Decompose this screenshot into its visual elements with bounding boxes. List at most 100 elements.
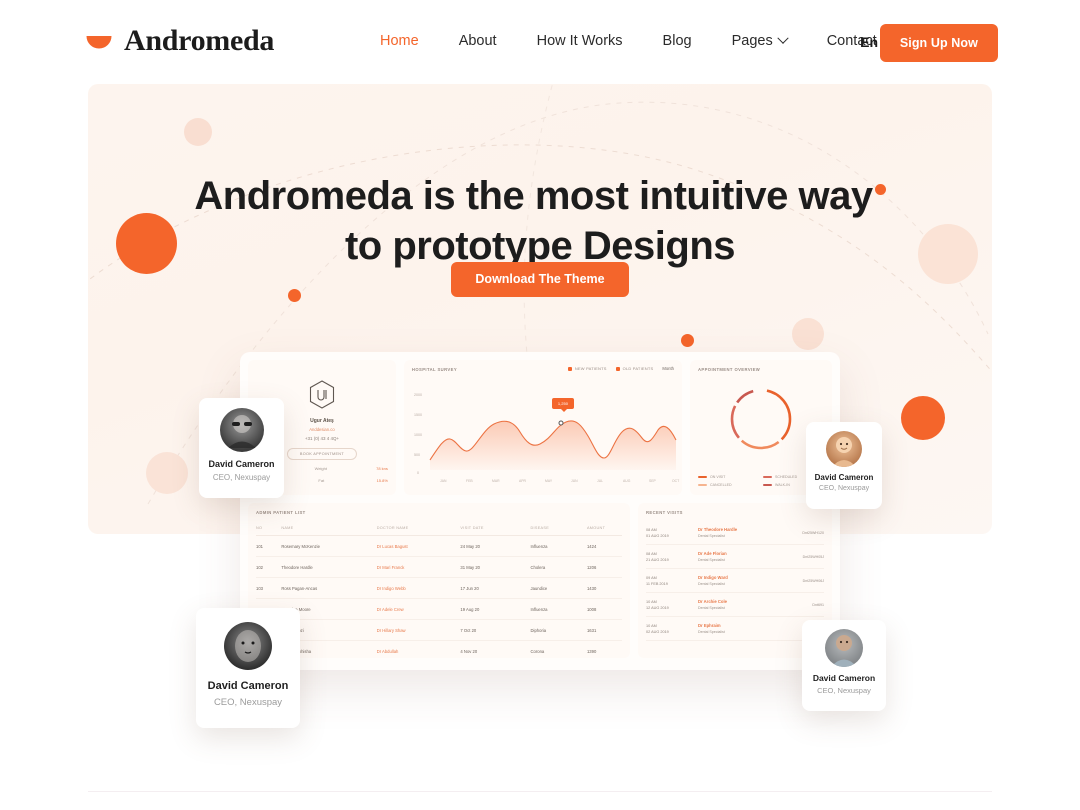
visit-doctor: Dr Theodore Hardle <box>698 527 738 532</box>
panel-title: RECENT VISITS <box>646 510 683 515</box>
visit-time: 10 AM <box>646 623 657 628</box>
profile-stat-value-2: 78 kns <box>376 466 388 471</box>
cell-date: 7 Oct 20 <box>460 627 477 633</box>
brand-logo[interactable]: Andromeda <box>84 24 274 58</box>
nav-item-pages[interactable]: Pages <box>712 32 807 49</box>
dashboard-top-row: Ugur Ateş Anddesian.co +31 (0) 43 4 4Q+ … <box>240 352 840 503</box>
decor-circle-peach-right <box>918 224 978 284</box>
hexagon-ua-icon <box>309 380 335 414</box>
visit-doctor: Dr Ade Florian <box>698 551 727 556</box>
cell-name: Ross Pagan-Ancas <box>281 585 318 591</box>
col-amount: AMOUNT <box>586 526 606 530</box>
cell-doctor: Dr Mari Franck <box>376 564 405 570</box>
cell-no: 103 <box>256 585 263 591</box>
list-item[interactable]: 10 AM 02 AUG 2019 Dr Ephraim Dental Spec… <box>646 617 824 641</box>
visit-when: 08 AM 21 AUG 2019 <box>646 552 698 562</box>
patient-table: NO NAME DOCTOR NAME VISIT DATE DISEASE A… <box>256 521 622 658</box>
nav-label: How It Works <box>536 33 623 49</box>
visit-date: 12 AUG 2019 <box>646 605 669 610</box>
table-row[interactable]: 106 Marcus Abhisha Dr Abdullah 4 Nov 20 … <box>256 641 622 658</box>
cell-disease: Influenza <box>530 606 548 612</box>
visit-specialty: Dental Specialist <box>698 534 725 538</box>
legend-label: SCHEDULED <box>775 475 798 479</box>
admin-patient-list-panel: ADMIN PATIENT LIST NO NAME DOCTOR NAME V… <box>248 503 630 658</box>
hospital-survey-panel: HOSPITAL SURVEY NEW PATIENTS OLD PATIENT… <box>403 360 682 495</box>
visit-code: Dnt25WH120 <box>802 530 824 535</box>
ring-legend-item: ON VISIT <box>698 475 753 479</box>
decor-circle-peach-small-left <box>184 118 212 146</box>
visit-date: 11 FEB 2019 <box>646 581 668 586</box>
avatar <box>825 629 863 667</box>
testimonial-role: CEO, Nexuspay <box>212 473 271 482</box>
visit-doctor-block: Dr Ade Florian Dental Specialist <box>698 551 803 562</box>
svg-text:MAY: MAY <box>545 479 553 483</box>
donut-chart-icon <box>724 382 798 461</box>
decor-dot-orange-mid-left <box>288 289 301 302</box>
visit-when: 09 AM 11 FEB 2019 <box>646 576 698 586</box>
visit-when: 10 AM 12 AUG 2019 <box>646 600 698 610</box>
panel-title: HOSPITAL SURVEY <box>411 367 458 372</box>
headline-line-1: Andromeda is the most intuitive way <box>194 173 873 218</box>
table-row[interactable]: 101 Rosemary McKenzie Dr Lucas Bagust 24… <box>256 536 622 557</box>
site-header: Andromeda Home About How It Works Blog P… <box>0 0 1080 86</box>
nav-item-blog[interactable]: Blog <box>643 33 712 49</box>
nav-label: Blog <box>662 33 692 49</box>
list-item[interactable]: 08 AM 21 AUG 2019 Dr Ade Florian Dental … <box>646 545 824 569</box>
table-row[interactable]: 103 Ross Pagan-Ancas Dr Indigo Webb 17 J… <box>256 578 622 599</box>
survey-area-chart: 2000 1500 1000 500 0 JAN FEB MAR APR MAY JUN JU… <box>414 393 679 483</box>
cell-name: Rosemary McKenzie <box>281 543 320 549</box>
list-item[interactable]: 08 AM 01 AUG 2019 Dr Theodore Hardle Den… <box>646 521 824 545</box>
panel-title: ADMIN PATIENT LIST <box>256 510 306 515</box>
cell-amount: 1631 <box>586 627 597 633</box>
visit-code: Dnt25WH05J <box>802 554 824 559</box>
cell-date: 24 May 20 <box>460 543 480 549</box>
svg-text:500: 500 <box>414 453 420 457</box>
testimonial-card-4[interactable]: David Cameron CEO, Nexuspay <box>802 620 886 711</box>
nav-item-home[interactable]: Home <box>360 33 439 49</box>
testimonial-card-2[interactable]: David Cameron CEO, Nexuspay <box>806 422 882 509</box>
visit-doctor-block: Dr Ephraim Dental Specialist <box>698 623 814 634</box>
cell-date: 19 Aug 20 <box>460 606 480 612</box>
svg-text:FEB: FEB <box>466 479 473 483</box>
legend-label: ON VISIT <box>710 475 726 479</box>
table-row[interactable]: 102 Theodore Hardle Dr Mari Franck 31 Ma… <box>256 557 622 578</box>
signup-button[interactable]: Sign Up Now <box>879 24 998 62</box>
cell-amount: 1430 <box>586 585 597 591</box>
legend-swatch-icon <box>763 483 772 487</box>
table-header-row: NO NAME DOCTOR NAME VISIT DATE DISEASE A… <box>256 521 622 536</box>
svg-text:2000: 2000 <box>414 393 422 397</box>
headline-dot-icon <box>874 183 886 195</box>
visit-doctor-block: Dr Archie Cole Dental Specialist <box>698 599 812 610</box>
testimonial-card-3[interactable]: David Cameron CEO, Nexuspay <box>196 608 300 728</box>
svg-text:1500: 1500 <box>414 413 422 417</box>
list-item[interactable]: 09 AM 11 FEB 2019 Dr Indigo Ward Dental … <box>646 569 824 593</box>
cell-date: 31 May 20 <box>460 564 480 570</box>
book-appointment-button[interactable]: BOOK APPOINTMENT <box>286 448 357 460</box>
visit-time: 08 AM <box>646 527 657 532</box>
cell-disease: Diphoria <box>530 627 547 633</box>
cell-disease: Cholera <box>530 564 546 570</box>
section-divider <box>88 791 992 792</box>
visit-doctor-block: Dr Theodore Hardle Dental Specialist <box>698 527 802 538</box>
visit-specialty: Dental Specialist <box>698 558 725 562</box>
panel-title: APPOINTMENT OVERVIEW <box>698 367 761 372</box>
nav-item-about[interactable]: About <box>439 33 517 49</box>
table-row[interactable]: 105 Olivia Ngozi Dr Hillary Shaw 7 Oct 2… <box>256 620 622 641</box>
chart-tooltip: 1,250 <box>551 398 574 412</box>
visits-list: 08 AM 01 AUG 2019 Dr Theodore Hardle Den… <box>646 521 824 641</box>
table-row[interactable]: 104 Veronica Moore Dr Adele Crew 19 Aug … <box>256 599 622 620</box>
profile-stat-label: Weight <box>314 466 327 471</box>
nav-item-how-it-works[interactable]: How It Works <box>517 33 643 49</box>
cell-disease: Influenza <box>530 543 548 549</box>
chevron-down-icon <box>777 32 789 44</box>
testimonial-card-1[interactable]: David Cameron CEO, Nexuspay <box>199 398 284 498</box>
profile-stat-value-2: 15.8% <box>376 478 388 483</box>
col-doctor: DOCTOR NAME <box>376 526 409 530</box>
download-theme-button[interactable]: Download The Theme <box>451 262 629 297</box>
smile-arc-icon <box>84 26 114 56</box>
svg-text:APR: APR <box>519 479 527 483</box>
cell-disease: Corona <box>530 648 545 654</box>
chart-range-selector[interactable]: Month <box>662 366 674 371</box>
legend-label: WALK-IN <box>775 483 790 487</box>
list-item[interactable]: 10 AM 12 AUG 2019 Dr Archie Cole Dental … <box>646 593 824 617</box>
